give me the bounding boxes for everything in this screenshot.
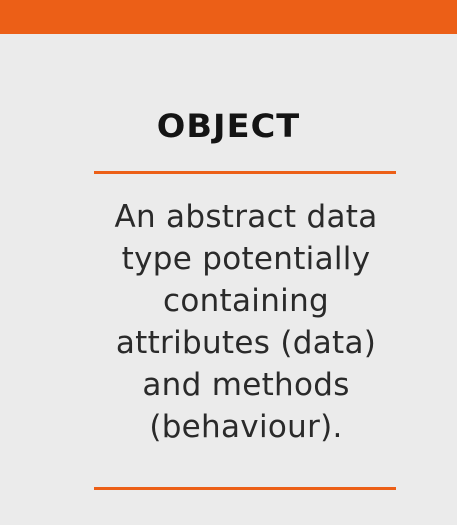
definition-line: An abstract data [114,199,378,235]
top-accent-bar [0,0,457,34]
card-title: OBJECT [156,107,301,145]
definition-text: An abstract data type potentially contai… [84,196,408,448]
definition-line: attributes (data) [115,325,377,361]
definition-line: and methods [142,367,350,403]
title-divider [94,171,396,174]
definition-line: containing [162,283,329,319]
definition-line: type potentially [121,241,371,277]
definition-line: (behaviour). [149,409,343,445]
bottom-divider [94,487,396,490]
